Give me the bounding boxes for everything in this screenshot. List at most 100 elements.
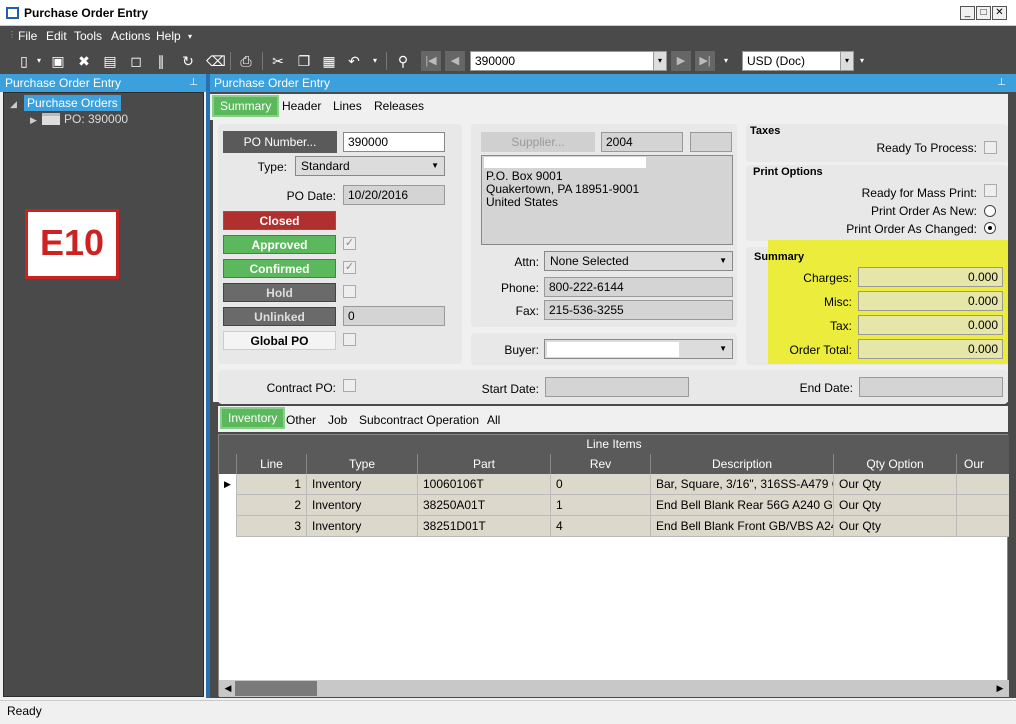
- order-total-field[interactable]: 0.000: [858, 339, 1003, 359]
- toolbar-overflow-icon[interactable]: ▾: [854, 53, 870, 69]
- minimize-button[interactable]: _: [960, 6, 975, 20]
- tab-summary[interactable]: Summary: [212, 95, 280, 117]
- refresh-icon[interactable]: ↻: [180, 53, 196, 69]
- supplier-button[interactable]: Supplier...: [481, 132, 595, 152]
- currency-dropdown-icon[interactable]: ▾: [840, 52, 853, 70]
- misc-field[interactable]: 0.000: [858, 291, 1003, 311]
- tree-root[interactable]: Purchase Orders: [24, 95, 121, 111]
- copy-icon[interactable]: ❐: [296, 53, 312, 69]
- col-our-qty[interactable]: Our Qua: [957, 454, 1009, 474]
- delete-icon[interactable]: ✖: [76, 53, 92, 69]
- ready-mass-print-checkbox[interactable]: [984, 184, 997, 197]
- charges-field[interactable]: 0.000: [858, 267, 1003, 287]
- scroll-thumb[interactable]: [235, 681, 317, 696]
- fax-field[interactable]: 215-536-3255: [544, 300, 733, 320]
- tab-job[interactable]: Job: [322, 409, 353, 431]
- collapse-icon[interactable]: ◢: [10, 99, 17, 110]
- scroll-right-icon[interactable]: ▶: [993, 681, 1007, 696]
- ready-to-process-checkbox[interactable]: [984, 141, 997, 154]
- clear-icon[interactable]: ⌫: [206, 53, 226, 69]
- tab-releases[interactable]: Releases: [368, 95, 430, 117]
- book-icon[interactable]: ▤: [102, 53, 118, 69]
- print-icon[interactable]: ⎙: [238, 53, 254, 69]
- chevron-down-icon: ▼: [719, 344, 727, 353]
- last-record-icon[interactable]: ▶|: [695, 51, 715, 71]
- menu-file[interactable]: File: [18, 29, 37, 43]
- tab-all[interactable]: All: [481, 409, 506, 431]
- pin-icon[interactable]: ⊥: [997, 74, 1006, 92]
- po-key-field[interactable]: 390000 ▾: [470, 51, 667, 71]
- menu-help[interactable]: Help: [156, 29, 181, 43]
- table-row[interactable]: 2 Inventory 38250A01T 1 End Bell Blank R…: [219, 495, 1009, 516]
- cut-icon[interactable]: ✂: [270, 53, 286, 69]
- start-date-field[interactable]: [545, 377, 689, 397]
- new-dropdown-icon[interactable]: ▾: [31, 53, 47, 69]
- contract-po-checkbox[interactable]: [343, 379, 356, 392]
- unlinked-field[interactable]: 0: [343, 306, 445, 326]
- tax-field[interactable]: 0.000: [858, 315, 1003, 335]
- summary-title: Summary: [754, 251, 805, 263]
- po-number-button[interactable]: PO Number...: [223, 131, 337, 153]
- undo-dropdown-icon[interactable]: ▾: [367, 53, 383, 69]
- po-number-field[interactable]: 390000: [343, 132, 445, 152]
- search-binoculars-icon[interactable]: ⚲: [395, 53, 411, 69]
- attachment-icon[interactable]: ∥: [153, 53, 169, 69]
- next-record-icon[interactable]: ▶: [671, 51, 691, 71]
- scroll-left-icon[interactable]: ◀: [221, 681, 235, 696]
- tab-other[interactable]: Other: [280, 409, 322, 431]
- end-date-field[interactable]: [859, 377, 1003, 397]
- menu-edit[interactable]: Edit: [46, 29, 67, 43]
- table-row[interactable]: ▶ 1 Inventory 10060106T 0 Bar, Square, 3…: [219, 474, 1009, 495]
- memo-icon[interactable]: ◻: [128, 53, 144, 69]
- approved-checkbox[interactable]: ✓: [343, 237, 356, 250]
- window-title: Purchase Order Entry: [24, 6, 149, 20]
- folder-icon: [42, 113, 60, 125]
- undo-icon[interactable]: ↶: [346, 53, 362, 69]
- col-part[interactable]: Part: [418, 454, 551, 474]
- previous-record-icon[interactable]: ◀: [445, 51, 465, 71]
- closed-status: Closed: [223, 211, 336, 230]
- print-as-changed-radio[interactable]: [984, 222, 996, 234]
- col-type[interactable]: Type: [307, 454, 418, 474]
- supplier-id-field[interactable]: 2004: [601, 132, 683, 152]
- table-row[interactable]: 3 Inventory 38251D01T 4 End Bell Blank F…: [219, 516, 1009, 537]
- save-icon[interactable]: ▣: [50, 53, 66, 69]
- tab-subcontract-operation[interactable]: Subcontract Operation: [353, 409, 485, 431]
- col-description[interactable]: Description: [651, 454, 834, 474]
- tab-header[interactable]: Header: [276, 95, 327, 117]
- horizontal-scrollbar[interactable]: ◀ ▶: [219, 680, 1009, 697]
- close-button[interactable]: ✕: [992, 6, 1007, 20]
- attn-select[interactable]: None Selected ▼: [544, 251, 733, 271]
- cell-description: End Bell Blank Rear 56G A240 Gr: [651, 495, 834, 516]
- tab-lines[interactable]: Lines: [327, 95, 368, 117]
- global-po-checkbox[interactable]: [343, 333, 356, 346]
- po-date-field[interactable]: 10/20/2016: [343, 185, 445, 205]
- first-record-icon[interactable]: |◀: [421, 51, 441, 71]
- maximize-button[interactable]: □: [976, 6, 991, 20]
- type-select[interactable]: Standard ▼: [295, 156, 445, 176]
- grid-header-row: Line Type Part Rev Description Qty Optio…: [219, 454, 1009, 474]
- print-as-new-radio[interactable]: [984, 205, 996, 217]
- po-key-dropdown-icon[interactable]: ▾: [653, 52, 666, 70]
- paste-icon[interactable]: ▦: [321, 53, 337, 69]
- buyer-select[interactable]: ▼: [544, 339, 733, 359]
- supplier-name-field[interactable]: [690, 132, 732, 152]
- menu-overflow-icon[interactable]: ▾: [188, 32, 192, 41]
- currency-select[interactable]: USD (Doc) ▾: [742, 51, 854, 71]
- phone-field[interactable]: 800-222-6144: [544, 277, 733, 297]
- pin-icon[interactable]: ⊥: [189, 74, 198, 92]
- new-icon[interactable]: ▯: [16, 53, 32, 69]
- confirmed-checkbox[interactable]: ✓: [343, 261, 356, 274]
- expand-icon[interactable]: ▶: [30, 115, 37, 126]
- menu-actions[interactable]: Actions: [111, 29, 150, 43]
- col-line[interactable]: Line: [237, 454, 307, 474]
- col-qty-option[interactable]: Qty Option: [834, 454, 957, 474]
- tree-child[interactable]: PO: 390000: [64, 112, 128, 126]
- col-rev[interactable]: Rev: [551, 454, 651, 474]
- nav-dropdown-icon[interactable]: ▾: [718, 53, 734, 69]
- menu-tools[interactable]: Tools: [74, 29, 102, 43]
- tab-inventory[interactable]: Inventory: [220, 407, 286, 429]
- global-po-status: Global PO: [223, 331, 336, 350]
- hold-checkbox[interactable]: [343, 285, 356, 298]
- tax-label: Tax:: [829, 319, 852, 333]
